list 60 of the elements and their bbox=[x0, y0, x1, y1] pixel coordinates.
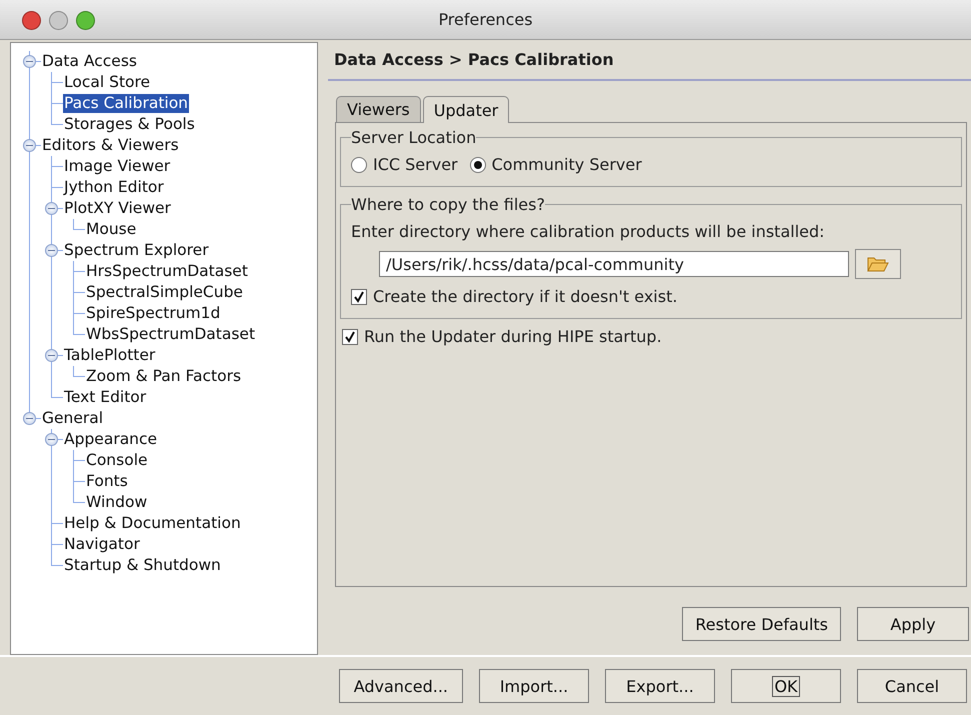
directory-field[interactable]: /Users/rik/.hcss/data/pcal-community bbox=[379, 251, 849, 277]
tree-item[interactable]: Window bbox=[85, 493, 148, 512]
collapse-icon[interactable] bbox=[45, 349, 58, 362]
tree-item[interactable]: TablePlotter bbox=[63, 346, 156, 365]
tree-item[interactable]: SpectralSimpleCube bbox=[85, 283, 244, 302]
tree-item[interactable]: Startup & Shutdown bbox=[63, 556, 222, 575]
folder-icon bbox=[867, 256, 889, 272]
tree-item[interactable]: Jython Editor bbox=[63, 178, 165, 197]
dialog-button[interactable]: OK bbox=[731, 669, 841, 703]
group-title: Server Location bbox=[351, 128, 476, 147]
checkbox-label: Run the Updater during HIPE startup. bbox=[364, 327, 662, 346]
tree-item[interactable]: Appearance bbox=[63, 430, 158, 449]
dialog-button[interactable]: Advanced... bbox=[338, 669, 463, 703]
panel-button[interactable]: Apply bbox=[857, 607, 969, 641]
prompt-text: Enter directory where calibration products will be installed: bbox=[351, 222, 826, 241]
radio-label: ICC Server bbox=[373, 155, 458, 174]
collapse-icon[interactable] bbox=[23, 55, 36, 68]
tree-item[interactable]: General bbox=[41, 409, 104, 428]
tree-item[interactable]: Text Editor bbox=[63, 388, 148, 407]
tree-item[interactable]: Image Viewer bbox=[63, 157, 172, 176]
tree-item[interactable]: Pacs Calibration bbox=[63, 94, 190, 113]
tree-item[interactable]: HrsSpectrumDataset bbox=[85, 262, 249, 281]
group-title: Where to copy the files? bbox=[351, 195, 545, 214]
collapse-icon[interactable] bbox=[23, 139, 36, 152]
dialog-button[interactable]: Export... bbox=[605, 669, 715, 703]
collapse-icon[interactable] bbox=[45, 244, 58, 257]
dialog-button[interactable]: Import... bbox=[479, 669, 589, 703]
radio-label: Community Server bbox=[492, 155, 642, 174]
tab[interactable]: Viewers bbox=[336, 96, 421, 122]
panel-button[interactable]: Restore Defaults bbox=[682, 607, 841, 641]
checkbox[interactable] bbox=[351, 288, 367, 304]
tree-item[interactable]: WbsSpectrumDataset bbox=[85, 325, 256, 344]
zoom-button[interactable] bbox=[76, 11, 95, 30]
tree-item[interactable]: SpireSpectrum1d bbox=[85, 304, 222, 323]
radio-button[interactable] bbox=[470, 156, 486, 172]
checkbox-label: Create the directory if it doesn't exist. bbox=[373, 287, 678, 306]
minimize-button[interactable] bbox=[49, 11, 68, 30]
tree-item[interactable]: Editors & Viewers bbox=[41, 136, 180, 155]
breadcrumb: Data Access > Pacs Calibration bbox=[328, 42, 971, 81]
tree-item[interactable]: Navigator bbox=[63, 535, 141, 554]
tree-item[interactable]: Mouse bbox=[85, 220, 138, 239]
collapse-icon[interactable] bbox=[23, 412, 36, 425]
tree-item[interactable]: Console bbox=[85, 451, 149, 470]
tree-item[interactable]: Data Access bbox=[41, 52, 138, 71]
dialog-button[interactable]: Cancel bbox=[857, 669, 967, 703]
tree-item[interactable]: Spectrum Explorer bbox=[63, 241, 210, 260]
radio-button[interactable] bbox=[351, 156, 367, 172]
checkbox[interactable] bbox=[342, 328, 358, 344]
window-title: Preferences bbox=[438, 10, 533, 29]
close-button[interactable] bbox=[22, 11, 41, 30]
tree-item[interactable]: Zoom & Pan Factors bbox=[85, 367, 242, 386]
tree-item[interactable]: Storages & Pools bbox=[63, 115, 196, 134]
tree-item[interactable]: Help & Documentation bbox=[63, 514, 242, 533]
tab[interactable]: Updater bbox=[422, 96, 510, 123]
tree-item[interactable]: Local Store bbox=[63, 73, 152, 92]
collapse-icon[interactable] bbox=[45, 202, 58, 215]
browse-button[interactable] bbox=[855, 249, 901, 279]
tree-item[interactable]: PlotXY Viewer bbox=[63, 199, 172, 218]
tree-item[interactable]: Fonts bbox=[85, 472, 129, 491]
collapse-icon[interactable] bbox=[45, 433, 58, 446]
